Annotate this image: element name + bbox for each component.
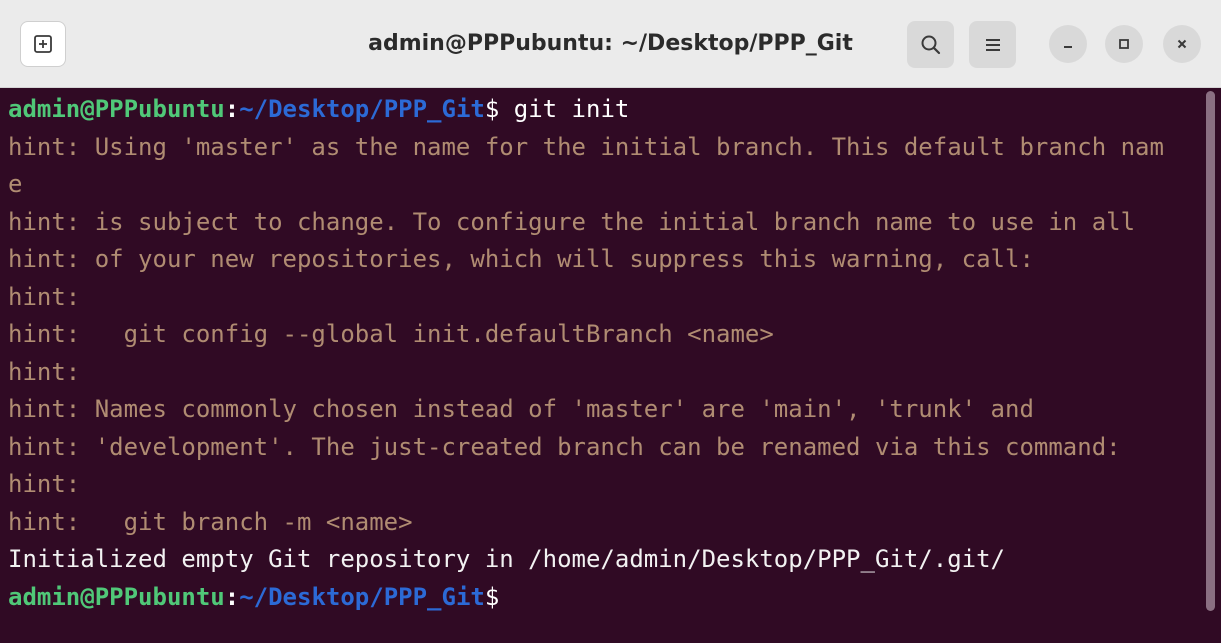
- window-title: admin@PPPubuntu: ~/Desktop/PPP_Git: [368, 31, 853, 56]
- hint-line: hint: 'development'. The just-created br…: [8, 432, 1121, 461]
- prompt-colon: :: [224, 95, 240, 123]
- prompt-dollar: $: [484, 95, 500, 123]
- result-line: Initialized empty Git repository in /hom…: [8, 545, 1005, 573]
- hint-line: hint: is subject to change. To configure…: [8, 207, 1136, 236]
- prompt-path: ~/Desktop/PPP_Git: [239, 582, 485, 611]
- prompt-user: admin@PPPubuntu: [8, 95, 225, 123]
- menu-button[interactable]: [969, 21, 1016, 68]
- prompt-line: admin@PPPubuntu:~/Desktop/PPP_Git$: [8, 579, 1203, 617]
- new-tab-button[interactable]: [20, 21, 66, 67]
- close-button[interactable]: [1163, 25, 1201, 63]
- prompt-dollar: $: [484, 582, 500, 611]
- hint-line: hint: git config --global init.defaultBr…: [8, 320, 774, 348]
- maximize-icon: [1119, 39, 1129, 49]
- hint-line: hint: Using 'master' as the name for the…: [8, 132, 1164, 161]
- prompt-path: ~/Desktop/PPP_Git: [239, 95, 485, 123]
- command-text: git init: [499, 95, 630, 123]
- hint-line: e: [8, 170, 23, 198]
- terminal-output[interactable]: admin@PPPubuntu:~/Desktop/PPP_Git$ git i…: [8, 91, 1203, 643]
- minimize-icon: [1064, 46, 1072, 48]
- maximize-button[interactable]: [1105, 25, 1143, 63]
- close-icon: [1177, 39, 1187, 49]
- prompt-colon: :: [224, 582, 240, 611]
- prompt-user: admin@PPPubuntu: [8, 582, 225, 611]
- hint-line: hint: git branch -m <name>: [8, 507, 413, 536]
- hamburger-menu-icon: [985, 38, 1000, 51]
- search-icon: [921, 35, 940, 54]
- hint-line: hint:: [8, 282, 81, 311]
- prompt-line: admin@PPPubuntu:~/Desktop/PPP_Git$ git i…: [8, 91, 1203, 129]
- hint-line: hint: Names commonly chosen instead of '…: [8, 395, 1034, 423]
- hint-line: hint: of your new repositories, which wi…: [8, 245, 1034, 273]
- minimize-button[interactable]: [1049, 25, 1087, 63]
- hint-line: hint:: [8, 470, 81, 498]
- search-button[interactable]: [907, 21, 954, 68]
- scrollbar[interactable]: [1206, 91, 1215, 611]
- title-bar[interactable]: admin@PPPubuntu: ~/Desktop/PPP_Git: [0, 0, 1221, 88]
- hint-line: hint:: [8, 357, 81, 386]
- terminal-window: admin@PPPubuntu: ~/Desktop/PPP_Git admin…: [0, 0, 1221, 643]
- new-tab-icon: [34, 35, 52, 53]
